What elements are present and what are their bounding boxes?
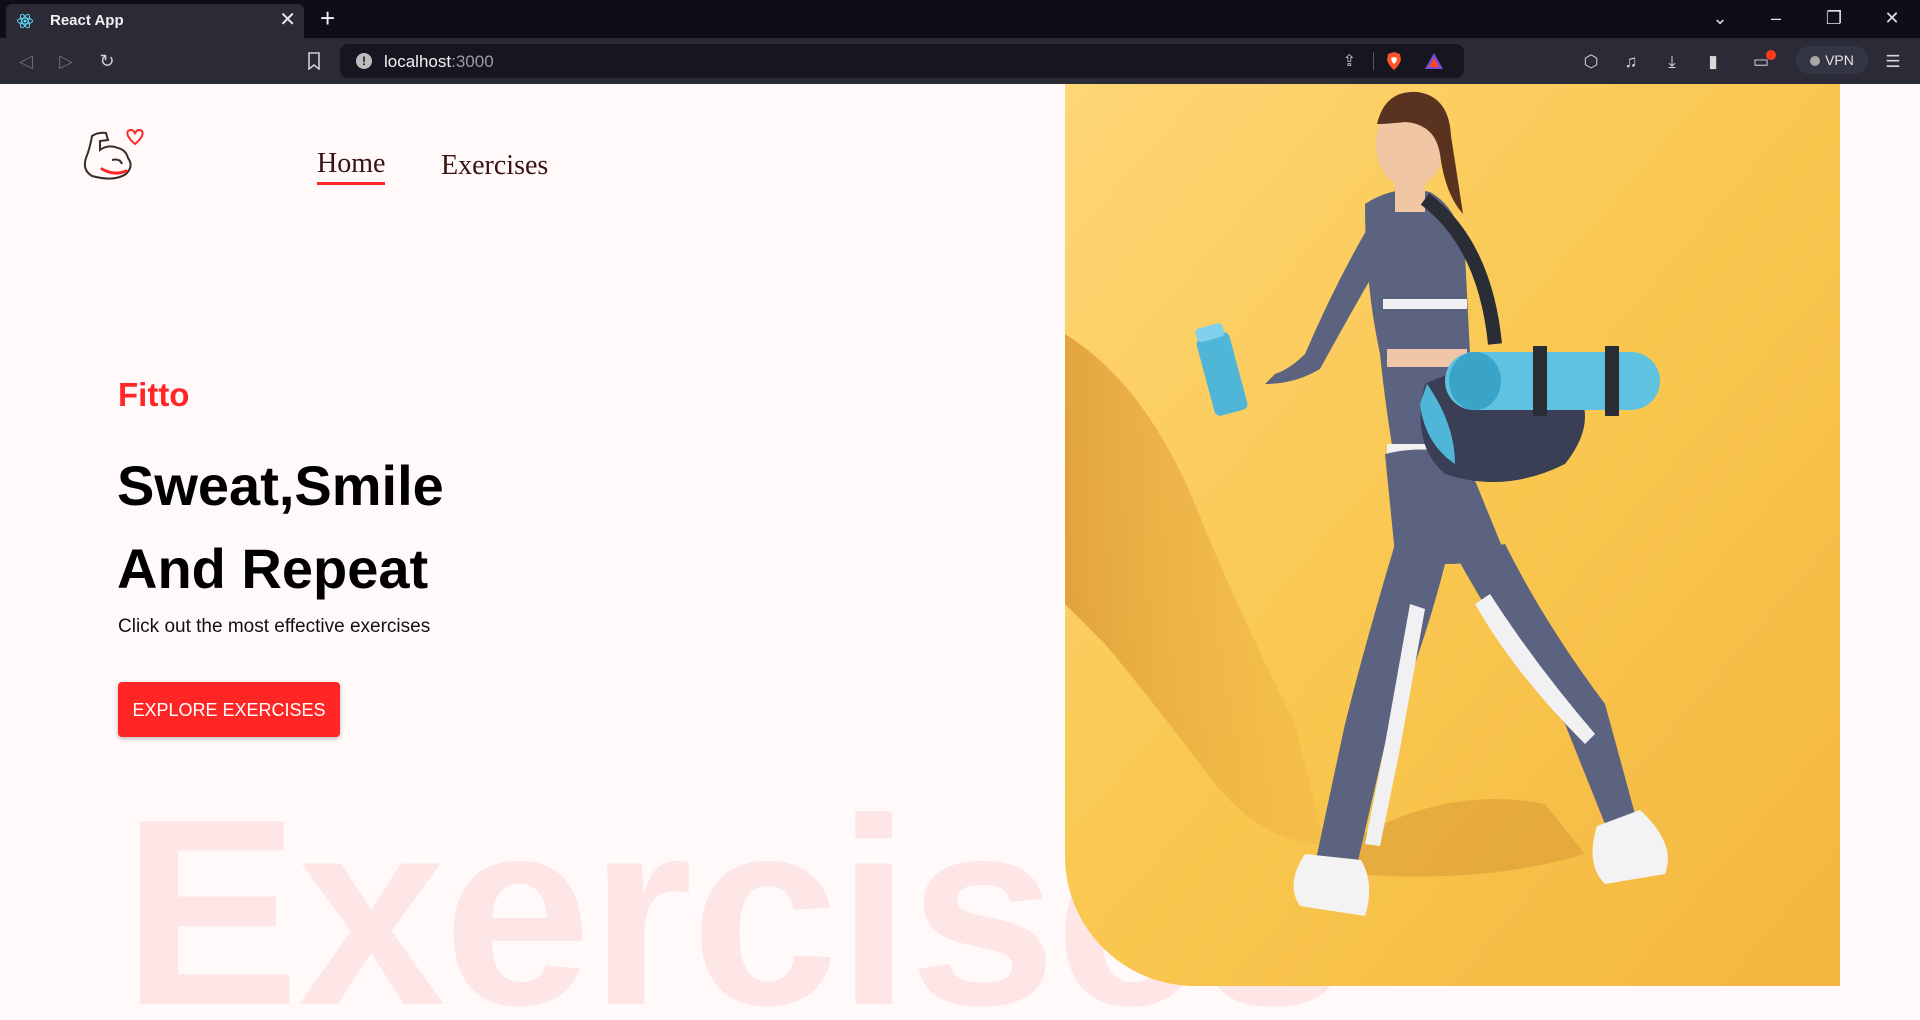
brave-rewards-icon[interactable] — [1424, 51, 1444, 71]
reload-icon[interactable]: ↻ — [93, 47, 121, 75]
url-separator — [1373, 52, 1374, 70]
tab-title: React App — [50, 12, 124, 29]
page-viewport: Exercises Home Exercises Fitto Sweat,Smi… — [0, 84, 1920, 1020]
extensions-icon[interactable]: ⬡ — [1580, 51, 1602, 73]
address-bar[interactable]: ! localhost:3000 ⇪ — [340, 44, 1464, 78]
hero-headline: Sweat,Smile And Repeat — [117, 444, 444, 610]
download-icon[interactable]: ⤓ — [1661, 51, 1683, 73]
restore-button[interactable]: ❐ — [1806, 0, 1862, 38]
minimize-button[interactable]: – — [1748, 0, 1804, 38]
url-port: :3000 — [451, 52, 494, 71]
share-icon[interactable]: ⇪ — [1343, 51, 1356, 71]
new-tab-button[interactable]: + — [320, 2, 335, 34]
browser-tab[interactable]: React App ✕ — [6, 4, 304, 38]
flexed-arm-heart-icon[interactable] — [78, 120, 144, 186]
notification-badge — [1766, 50, 1776, 60]
vpn-button[interactable]: VPN — [1796, 46, 1868, 74]
nav-home-link[interactable]: Home — [317, 148, 386, 185]
close-tab-icon[interactable]: ✕ — [279, 8, 296, 32]
vpn-label: VPN — [1825, 52, 1854, 68]
site-info-icon[interactable]: ! — [356, 53, 372, 69]
nav-exercises-link[interactable]: Exercises — [441, 150, 548, 182]
brave-shields-icon[interactable] — [1384, 51, 1404, 71]
url-host: localhost — [384, 52, 452, 71]
url-text[interactable]: localhost:3000 — [384, 52, 494, 72]
forward-icon[interactable]: ▷ — [52, 47, 80, 75]
explore-exercises-button[interactable]: EXPLORE EXERCISES — [118, 682, 340, 737]
hero-subtitle: Click out the most effective exercises — [118, 616, 431, 637]
brand-name: Fitto — [118, 376, 190, 413]
vpn-status-icon — [1810, 56, 1821, 66]
react-icon — [17, 13, 33, 29]
tab-search-icon[interactable]: ⌄ — [1692, 0, 1748, 38]
hero-banner-image — [1065, 84, 1840, 986]
close-window-button[interactable]: ✕ — [1864, 0, 1920, 38]
menu-icon[interactable]: ☰ — [1882, 51, 1904, 73]
bookmark-icon[interactable] — [300, 47, 328, 75]
media-icon[interactable]: ♫ — [1620, 51, 1642, 73]
sidebar-icon[interactable]: ▮ — [1702, 51, 1724, 73]
browser-toolbar: ◁ ▷ ↻ ! localhost:3000 ⇪ ⬡ ♫ ⤓ ▮ ▭ VPN ☰ — [0, 38, 1920, 85]
browser-tab-bar: React App ✕ + ⌄ – ❐ ✕ — [0, 0, 1920, 38]
headline-line-1: Sweat,Smile — [117, 454, 444, 517]
back-icon[interactable]: ◁ — [12, 47, 40, 75]
headline-line-2: And Repeat — [117, 537, 429, 600]
